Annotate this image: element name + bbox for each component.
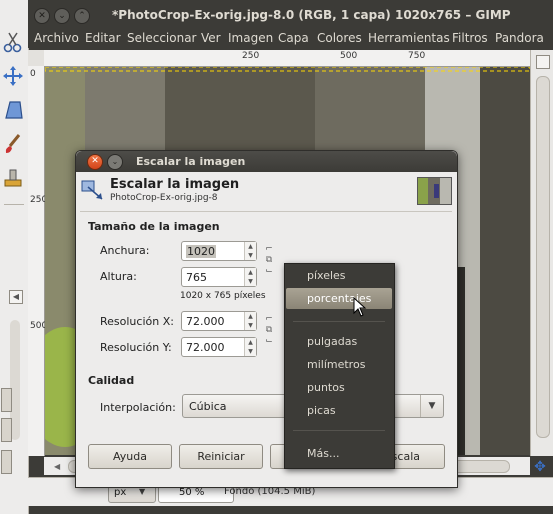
dialog-title: Escalar la imagen [136,155,246,168]
ruler-corner[interactable] [28,50,45,67]
collapse-left-icon[interactable]: ◀ [9,290,23,304]
scissors-tool-icon[interactable] [2,30,24,54]
res-y-spin-arrows-icon[interactable]: ▲ ▼ [244,338,256,356]
perspective-tool-icon[interactable] [2,98,24,122]
image-thumbnail [417,177,452,205]
menu-editar[interactable]: Editar [85,31,121,45]
height-spin-arrows-icon[interactable]: ▲ ▼ [244,268,256,286]
width-input[interactable]: 1020 ▲ ▼ [181,241,257,261]
menu-item-picas[interactable]: picas [307,404,336,417]
toolbox-panel: ◀ [0,0,29,514]
menubar: Archivo Editar Seleccionar Ver Imagen Ca… [28,30,553,48]
toolbox-button-b[interactable] [1,418,12,442]
ruler-label-750: 750 [408,51,426,61]
menu-item-pixeles[interactable]: píxeles [307,269,346,282]
mouse-pointer-icon [353,296,367,317]
close-window-icon[interactable]: ✕ [34,8,50,24]
menu-separator [293,321,385,322]
height-label: Altura: [100,270,137,283]
dialog-minimize-icon[interactable]: ⌄ [107,154,123,170]
vruler-label-500: 500 [30,321,48,331]
width-value: 1020 [186,245,216,258]
scroll-left-icon[interactable]: ◀ [54,462,60,471]
interpolation-label: Interpolación: [100,401,176,414]
resolution-chain-link-icon[interactable]: ⌐ ⧉ ⌙ [265,314,273,348]
menu-capa[interactable]: Capa [278,31,309,45]
vertical-ruler[interactable]: 0 250 500 [28,66,48,456]
navigate-icon[interactable] [536,55,550,69]
toolbox-divider [4,204,24,205]
ruler-label-250: 250 [242,51,260,61]
res-x-input[interactable]: 72.000 ▲ ▼ [181,311,257,331]
scale-image-icon [80,179,106,203]
res-x-label: Resolución X: [100,315,174,328]
unit-value: px [114,487,127,498]
ruler-label-500: 500 [340,51,358,61]
menu-imagen[interactable]: Imagen [228,31,273,45]
size-chain-link-icon[interactable]: ⌐ ⧉ ⌙ [265,244,273,278]
vruler-label-0: 0 [30,69,36,79]
toolbox-button-a[interactable] [1,388,12,412]
horizontal-ruler[interactable]: 250 500 750 [44,50,530,67]
menu-seleccionar[interactable]: Seleccionar [127,31,196,45]
header-separator [80,211,452,212]
menu-item-puntos[interactable]: puntos [307,381,345,394]
reset-button[interactable]: Reiniciar [179,444,263,469]
menu-herramientas[interactable]: Herramientas [368,31,450,45]
toolbox-button-c[interactable] [1,450,12,474]
menu-ver[interactable]: Ver [201,31,221,45]
dialog-header-subtitle: PhotoCrop-Ex-orig.jpg-8 [110,193,218,203]
menu-colores[interactable]: Colores [317,31,362,45]
menu-separator-2 [293,430,385,431]
height-input[interactable]: 765 ▲ ▼ [181,267,257,287]
size-info-text: 1020 x 765 píxeles [180,291,266,301]
vertical-scrollbar[interactable] [530,50,553,456]
section-quality: Calidad [88,374,135,387]
res-y-label: Resolución Y: [100,341,172,354]
menu-pandora[interactable]: Pandora [495,31,544,45]
unit-popup-menu: píxeles porcentajes pulgadas milímetros … [284,263,395,469]
res-x-value: 72.000 [186,315,225,328]
paintbrush-tool-icon[interactable] [2,132,24,156]
minimize-window-icon[interactable]: ⌄ [54,8,70,24]
menu-item-milimetros[interactable]: milímetros [307,358,365,371]
help-button[interactable]: Ayuda [88,444,172,469]
menu-filtros[interactable]: Filtros [452,31,488,45]
move-tool-icon[interactable] [2,64,24,88]
section-image-size: Tamaño de la imagen [88,220,220,233]
window-titlebar: ✕ ⌄ ⌃ *PhotoCrop-Ex-orig.jpg-8.0 (RGB, 1… [28,0,553,30]
maximize-window-icon[interactable]: ⌃ [74,8,90,24]
vertical-scroll-thumb[interactable] [536,76,550,438]
navigate-move-icon[interactable]: ✥ [532,459,548,475]
width-label: Anchura: [100,244,150,257]
window-title: *PhotoCrop-Ex-orig.jpg-8.0 (RGB, 1 capa)… [112,8,511,22]
clone-stamp-tool-icon[interactable] [2,166,24,190]
unit-dropdown-icon: ▼ [139,487,146,496]
zoom-value: 50 % [179,487,205,498]
interpolation-dropdown-icon: ▼ [420,395,443,417]
dialog-close-icon[interactable]: ✕ [87,154,103,170]
menu-archivo[interactable]: Archivo [34,31,79,45]
res-y-value: 72.000 [186,341,225,354]
res-x-spin-arrows-icon[interactable]: ▲ ▼ [244,312,256,330]
dialog-header-title: Escalar la imagen [110,177,240,192]
menu-item-mas[interactable]: Más... [307,447,339,460]
interpolation-value: Cúbica [189,400,227,413]
scale-image-dialog: ✕ ⌄ Escalar la imagen Escalar la imagen … [75,150,458,488]
menu-item-pulgadas[interactable]: pulgadas [307,335,357,348]
dialog-titlebar: ✕ ⌄ Escalar la imagen [76,151,457,172]
height-value: 765 [186,271,207,284]
vruler-label-250: 250 [30,195,48,205]
res-y-input[interactable]: 72.000 ▲ ▼ [181,337,257,357]
width-spin-arrows-icon[interactable]: ▲ ▼ [244,242,256,260]
